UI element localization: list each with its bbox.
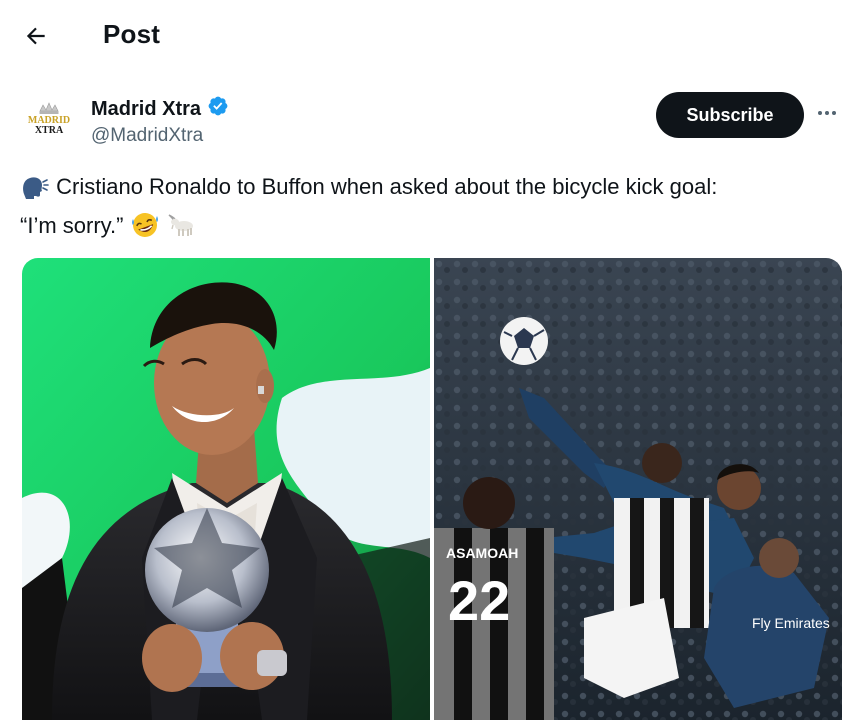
tweet-line-1-text: Cristiano Ronaldo to Buffon when asked a… [56,174,718,199]
more-horizontal-icon [815,101,839,130]
display-name: Madrid Xtra [91,97,202,120]
author-name-row[interactable]: Madrid Xtra [91,95,229,123]
top-bar: Post [0,0,842,72]
photo-right[interactable]: ASAMOAH 22 Fly Emirates [434,258,842,720]
avatar-text-bottom: XTRA [35,125,64,136]
tweet-text-line-2: “I’m sorry.” [20,209,830,248]
media-grid[interactable]: ASAMOAH 22 Fly Emirates [22,258,842,720]
tweet-text: Cristiano Ronaldo to Buffon when asked a… [20,170,830,248]
laughing-face-icon [130,211,160,248]
arrow-left-icon [23,23,49,54]
photo-left[interactable] [22,258,430,720]
page-title: Post [103,19,161,49]
post-page: Post MADRID XTRA Madrid Xtra @MadridXtra… [0,0,842,720]
verified-badge-icon [207,95,229,123]
speaking-head-icon [20,174,50,209]
more-button[interactable] [812,100,842,130]
author-handle[interactable]: @MadridXtra [91,125,203,147]
jersey-number: 22 [448,569,510,632]
sponsor-text: Fly Emirates [752,615,830,631]
subscribe-button[interactable]: Subscribe [656,92,804,138]
jersey-name: ASAMOAH [446,545,518,561]
tweet-text-line-1: Cristiano Ronaldo to Buffon when asked a… [20,170,830,209]
avatar[interactable]: MADRID XTRA [20,93,78,151]
goat-icon [166,211,196,248]
tweet-line-2-text: “I’m sorry.” [20,213,124,238]
back-button[interactable] [18,20,54,56]
